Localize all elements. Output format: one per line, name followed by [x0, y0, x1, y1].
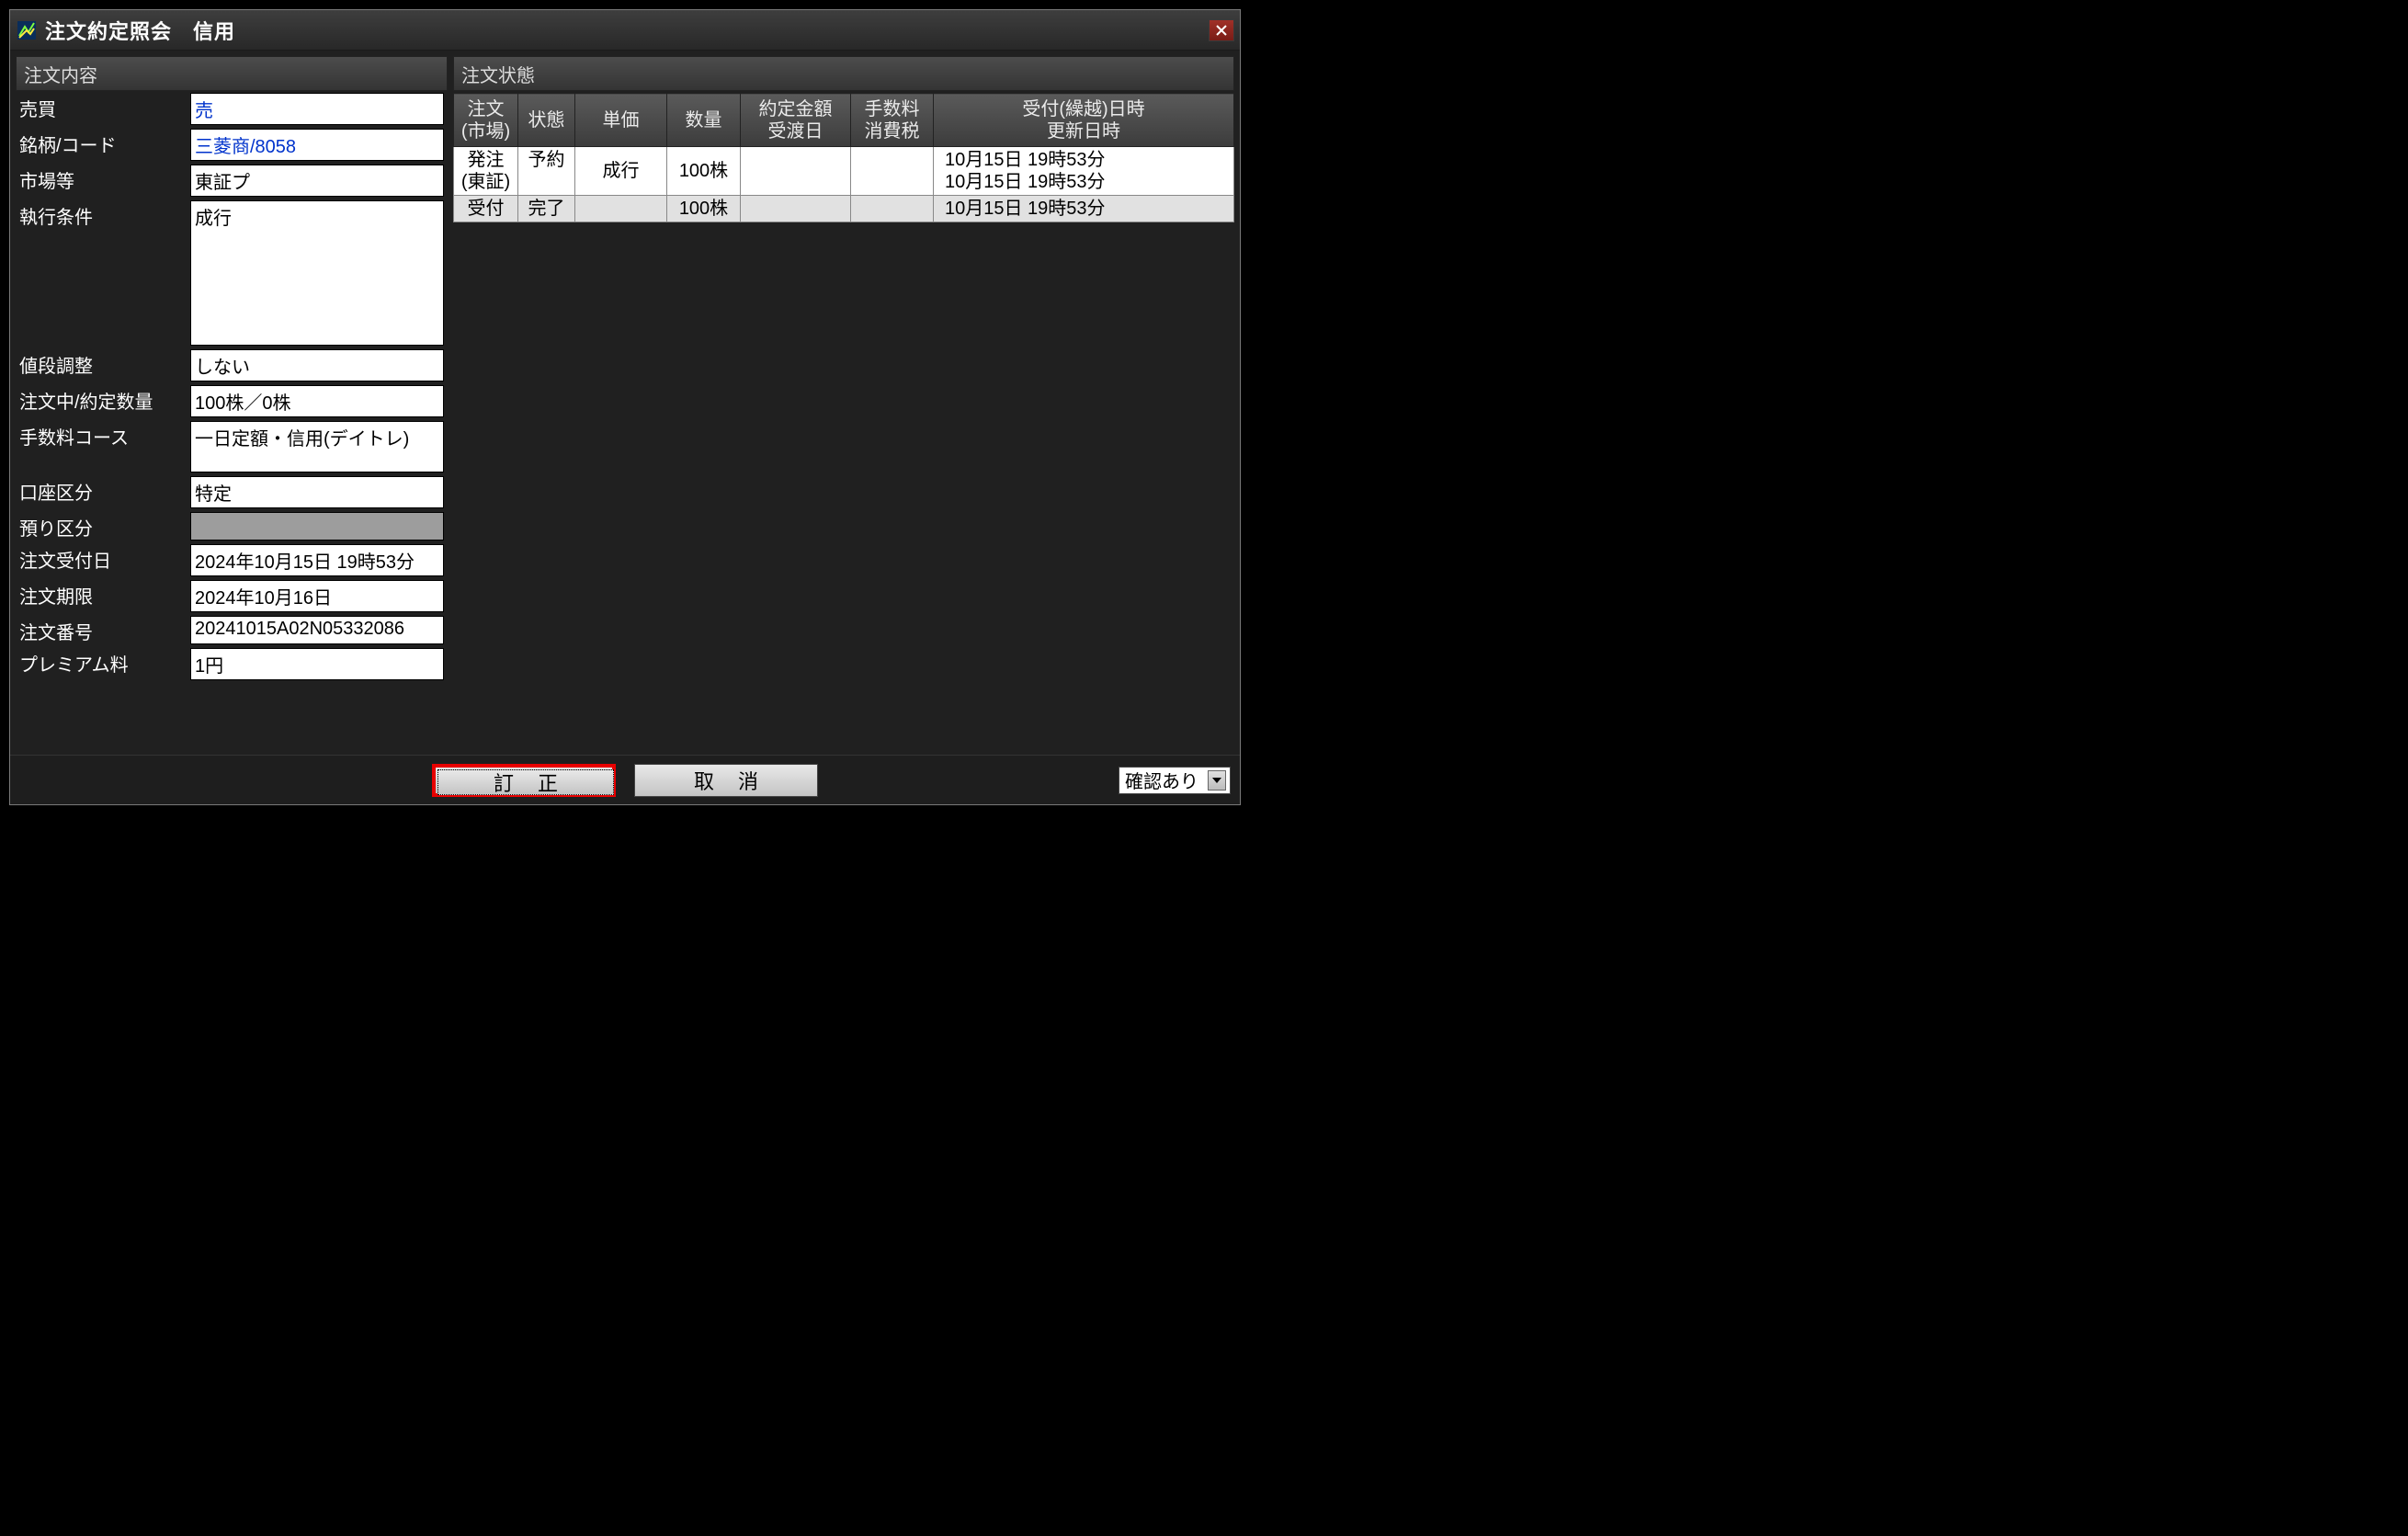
value-qty: 100株／0株 — [190, 385, 444, 417]
value-recvdate: 2024年10月15日 19時53分 — [190, 544, 444, 576]
label-priceadj: 値段調整 — [16, 349, 190, 381]
table-body: 発注(東証) 予約 成行 100株 10月15日 19時53分10月15日 19… — [454, 147, 1234, 222]
label-exec: 執行条件 — [16, 200, 190, 346]
label-buysell: 売買 — [16, 93, 190, 125]
value-account: 特定 — [190, 476, 444, 508]
order-status-header: 注文状態 — [453, 56, 1234, 91]
order-status-body: 注文(市場) 状態 単価 数量 約定金額受渡日 手数料消費税 受付(繰越)日時更… — [453, 91, 1234, 749]
close-button[interactable] — [1209, 19, 1234, 41]
cell-state: 完了 — [518, 196, 575, 222]
row-stock: 銘柄/コード 三菱商/8058 — [16, 129, 448, 161]
value-market: 東証プ — [190, 165, 444, 197]
titlebar: 注文約定照会 信用 — [10, 10, 1240, 51]
table-row[interactable]: 受付 完了 100株 10月15日 19時53分 — [454, 196, 1234, 222]
row-market: 市場等 東証プ — [16, 165, 448, 197]
col-state: 状態 — [518, 94, 575, 147]
table-head: 注文(市場) 状態 単価 数量 約定金額受渡日 手数料消費税 受付(繰越)日時更… — [454, 94, 1234, 147]
label-expire: 注文期限 — [16, 580, 190, 612]
confirm-mode-value: 確認あり — [1125, 767, 1198, 793]
value-buysell: 売 — [190, 93, 444, 125]
value-expire: 2024年10月16日 — [190, 580, 444, 612]
row-account: 口座区分 特定 — [16, 476, 448, 508]
close-icon — [1215, 24, 1228, 37]
order-status-table: 注文(市場) 状態 単価 数量 約定金額受渡日 手数料消費税 受付(繰越)日時更… — [453, 93, 1234, 222]
label-account: 口座区分 — [16, 476, 190, 508]
footer: 訂 正 取 消 確認あり — [10, 755, 1240, 804]
row-recvdate: 注文受付日 2024年10月15日 19時53分 — [16, 544, 448, 576]
value-exec: 成行 — [190, 200, 444, 346]
label-orderno: 注文番号 — [16, 616, 190, 644]
row-qty: 注文中/約定数量 100株／0株 — [16, 385, 448, 417]
correct-button[interactable]: 訂 正 — [437, 769, 614, 795]
value-fee: 一日定額・信用(デイトレ) — [190, 421, 444, 472]
label-stock: 銘柄/コード — [16, 129, 190, 161]
window-body: 注文内容 売買 売 銘柄/コード 三菱商/8058 市場等 東証プ 執行条件 成… — [10, 51, 1240, 755]
cell-qty: 100株 — [667, 147, 741, 196]
row-fee: 手数料コース 一日定額・信用(デイトレ) — [16, 421, 448, 472]
cell-state: 予約 — [518, 147, 575, 196]
cell-fee — [851, 196, 934, 222]
label-qty: 注文中/約定数量 — [16, 385, 190, 417]
row-orderno: 注文番号 20241015A02N05332086 — [16, 616, 448, 644]
row-premium: プレミアム料 1円 — [16, 648, 448, 680]
label-market: 市場等 — [16, 165, 190, 197]
cell-order-market: 受付 — [454, 196, 518, 222]
label-recvdate: 注文受付日 — [16, 544, 190, 576]
row-exec: 執行条件 成行 — [16, 200, 448, 346]
value-custody — [190, 512, 444, 540]
row-expire: 注文期限 2024年10月16日 — [16, 580, 448, 612]
order-details-body: 売買 売 銘柄/コード 三菱商/8058 市場等 東証プ 執行条件 成行 値段調… — [16, 91, 448, 749]
value-priceadj: しない — [190, 349, 444, 381]
confirm-mode-dropdown[interactable]: 確認あり — [1119, 767, 1231, 794]
cell-order-market: 発注(東証) — [454, 147, 518, 196]
col-datetime: 受付(繰越)日時更新日時 — [934, 94, 1234, 147]
value-stock[interactable]: 三菱商/8058 — [190, 129, 444, 161]
correct-button-highlight: 訂 正 — [432, 764, 616, 797]
label-fee: 手数料コース — [16, 421, 190, 472]
order-details-panel: 注文内容 売買 売 銘柄/コード 三菱商/8058 市場等 東証プ 執行条件 成… — [16, 56, 448, 749]
cancel-button[interactable]: 取 消 — [634, 764, 818, 797]
order-confirmation-window: 注文約定照会 信用 注文内容 売買 売 銘柄/コード 三菱商/8058 — [9, 9, 1241, 805]
order-details-header: 注文内容 — [16, 56, 448, 91]
col-amount-settle: 約定金額受渡日 — [741, 94, 851, 147]
col-price: 単価 — [575, 94, 667, 147]
cell-datetime: 10月15日 19時53分10月15日 19時53分 — [934, 147, 1234, 196]
row-buysell: 売買 売 — [16, 93, 448, 125]
cell-datetime: 10月15日 19時53分 — [934, 196, 1234, 222]
cell-amount — [741, 196, 851, 222]
cell-qty: 100株 — [667, 196, 741, 222]
row-priceadj: 値段調整 しない — [16, 349, 448, 381]
label-premium: プレミアム料 — [16, 648, 190, 680]
value-orderno: 20241015A02N05332086 — [190, 616, 444, 644]
cell-price — [575, 196, 667, 222]
col-order-market: 注文(市場) — [454, 94, 518, 147]
window-title: 注文約定照会 信用 — [45, 16, 235, 45]
cell-amount — [741, 147, 851, 196]
table-row[interactable]: 発注(東証) 予約 成行 100株 10月15日 19時53分10月15日 19… — [454, 147, 1234, 196]
value-premium: 1円 — [190, 648, 444, 680]
app-icon — [14, 17, 40, 43]
col-qty: 数量 — [667, 94, 741, 147]
chevron-down-icon — [1208, 770, 1226, 791]
cell-price: 成行 — [575, 147, 667, 196]
cell-fee — [851, 147, 934, 196]
row-custody: 預り区分 — [16, 512, 448, 540]
label-custody: 預り区分 — [16, 512, 190, 540]
col-fee-tax: 手数料消費税 — [851, 94, 934, 147]
order-status-panel: 注文状態 注文(市場) 状態 単価 数量 約定金額受渡日 — [453, 56, 1234, 749]
